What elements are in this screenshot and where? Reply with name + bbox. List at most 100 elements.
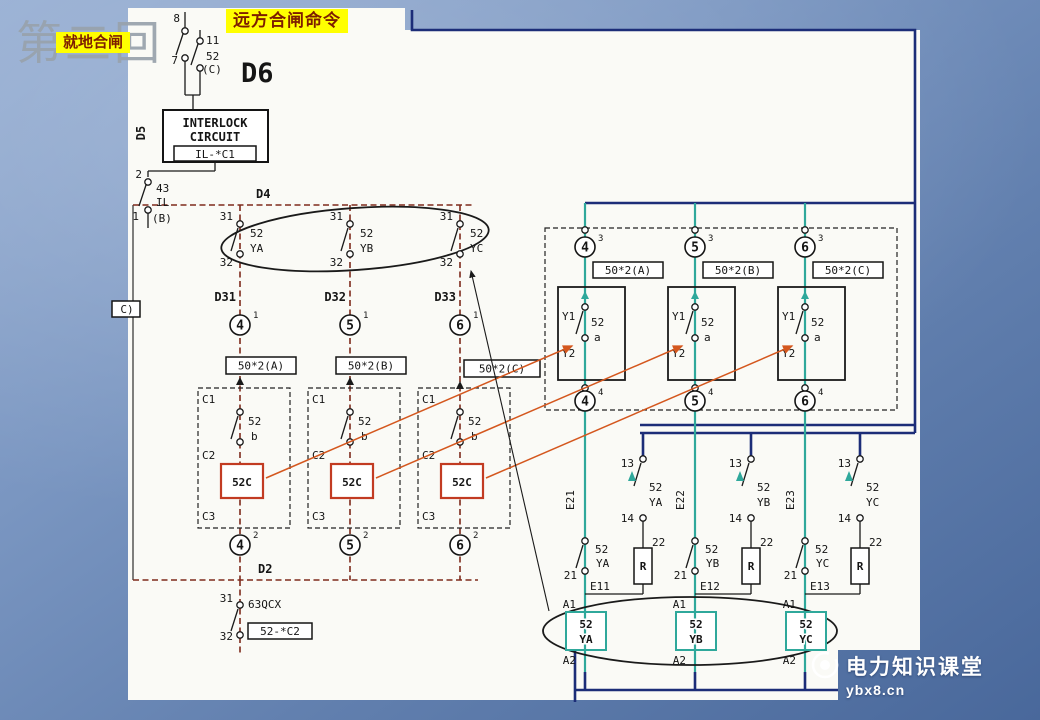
node-number: 6 <box>456 539 464 554</box>
terminal-e13-label: E13 <box>810 580 830 593</box>
watermark-logo-icon <box>811 651 839 679</box>
coil-yb-label: YB <box>689 633 703 646</box>
terminal-2-label: 2 <box>135 168 142 181</box>
up-arrow-icon <box>346 377 354 385</box>
teal-arrow-icon <box>845 471 853 481</box>
phase-ya-label: YA <box>596 557 610 570</box>
terminal-c3-label: C3 <box>312 510 325 523</box>
coil-yc-label: YC <box>799 633 812 646</box>
terminal-31-label: 31 <box>440 210 453 223</box>
terminal-13-label: 13 <box>838 457 851 470</box>
closing-block-phase-c: C1 52 b C2 52C C3 <box>417 387 511 529</box>
relay-52-label: 52 <box>591 316 604 329</box>
node-superscript: 4 <box>818 388 823 398</box>
node-number: 6 <box>456 319 464 334</box>
pressure-switch-63qcx: 31 63QCX 32 52-*C2 <box>220 592 313 643</box>
relay-52c-phase-label: (C) <box>202 63 222 76</box>
right-column-phase-a: 4 3 50*2(A) Y1 52 a Y2 4 4 13 52 YA 14 2… <box>557 226 665 667</box>
relay-52c-label: 52C <box>232 476 252 489</box>
aux-switch-52yb-top: 31 52 YB 32 <box>330 210 374 269</box>
coil-ya-label: YA <box>579 633 593 646</box>
slide: 第二回 <box>0 0 1040 720</box>
node-superscript: 1 <box>363 311 368 321</box>
sheet-d5-label: D5 <box>134 126 148 140</box>
contact-a-label: a <box>814 331 821 344</box>
node-superscript: 2 <box>473 531 478 541</box>
terminal-e12-label: E12 <box>700 580 720 593</box>
terminal-32-label: 32 <box>330 256 343 269</box>
closing-block-phase-a: C1 52 b C2 52C C3 <box>197 387 291 529</box>
node-circle-6-2: 6 2 <box>449 531 478 556</box>
top-aux-contacts: 8 7 11 52 (C) <box>171 12 222 110</box>
node-circle-6-1: 6 1 <box>449 311 478 336</box>
phase-yb-label: YB <box>706 557 720 570</box>
interlock-line2: CIRCUIT <box>190 130 241 144</box>
relay-52-label: 52 <box>250 227 263 240</box>
relay-50-2b-label: 50*2(B) <box>715 264 761 277</box>
relay-52-label: 52 <box>649 481 662 494</box>
closing-block-phase-b: C1 52 b C2 52C C3 <box>307 387 401 529</box>
watermark: 电力知识课堂 ybx8.cn <box>808 648 984 698</box>
relay-52c-label: 52C <box>342 476 362 489</box>
relay-50-2a-label: 50*2(A) <box>238 360 284 373</box>
node-superscript: 4 <box>708 388 713 398</box>
terminal-8-label: 8 <box>173 12 180 25</box>
node-number: 5 <box>691 241 699 256</box>
relay-50-2b-label: 50*2(B) <box>348 360 394 373</box>
node-number: 4 <box>236 319 244 334</box>
phase-yb-label: YB <box>757 496 771 509</box>
node-number: 5 <box>346 319 354 334</box>
watermark-site: ybx8.cn <box>846 682 906 698</box>
wire-d32-label: D32 <box>324 290 346 304</box>
node-number: 5 <box>691 395 699 410</box>
terminal-11-label: 11 <box>206 34 219 47</box>
node-superscript: 2 <box>253 531 258 541</box>
interlock-tag: IL-*C1 <box>195 148 235 161</box>
node-superscript: 1 <box>473 311 478 321</box>
up-arrow-icon <box>691 291 699 299</box>
black-reference-arrow <box>469 269 550 612</box>
teal-arrow-icon <box>628 471 636 481</box>
relay-52-label: 52 <box>470 227 483 240</box>
relay-il-phase-label: (B) <box>152 212 172 225</box>
terminal-21-label: 21 <box>564 569 577 582</box>
bus-d4-label: D4 <box>256 187 270 201</box>
sheet-d6-label: D6 <box>241 58 274 89</box>
phase-yc-label: YC <box>816 557 829 570</box>
terminal-c1-label: C1 <box>312 393 325 406</box>
contact-a-label: a <box>594 331 601 344</box>
resistor-label: R <box>748 560 755 573</box>
terminal-7-label: 7 <box>171 54 178 67</box>
interlock-line1: INTERLOCK <box>182 116 248 130</box>
terminal-21-label: 21 <box>674 569 687 582</box>
bus-d2-label: D2 <box>258 562 272 576</box>
node-superscript: 3 <box>598 234 603 244</box>
relay-y-box <box>667 286 736 381</box>
terminal-a2-label: A2 <box>563 654 576 667</box>
terminal-13-label: 13 <box>729 457 742 470</box>
coil-52-label: 52 <box>799 618 812 631</box>
terminal-c1-label: C1 <box>422 393 435 406</box>
contact-a-label: a <box>704 331 711 344</box>
watermark-brand: 电力知识课堂 <box>846 656 984 679</box>
phase-yc-label: YC <box>866 496 879 509</box>
clipped-c-box: C) <box>111 300 141 318</box>
relay-52-label: 52 <box>468 415 481 428</box>
interlock-circuit-block: INTERLOCK CIRCUIT IL-*C1 D5 <box>134 109 269 177</box>
relay-52-label: 52 <box>595 543 608 556</box>
node-superscript: 3 <box>818 234 823 244</box>
terminal-14-label: 14 <box>729 512 743 525</box>
relay-il-label: IL <box>156 196 170 209</box>
local-close-tag: 就地合闸 <box>56 32 131 54</box>
relay-52-label: 52 <box>866 481 879 494</box>
terminal-y1-label: Y1 <box>782 310 795 323</box>
terminal-c2-label: C2 <box>202 449 215 462</box>
relay-52c-label: 52 <box>206 50 219 63</box>
relay-52-label: 52 <box>248 415 261 428</box>
relay-50-2a-box-left: 50*2(A) <box>225 356 297 385</box>
node-number: 4 <box>581 241 589 256</box>
terminal-21-label: 21 <box>784 569 797 582</box>
wire-d31-label: D31 <box>214 290 236 304</box>
terminal-c3-label: C3 <box>422 510 435 523</box>
terminal-e22-label: E22 <box>674 490 687 510</box>
